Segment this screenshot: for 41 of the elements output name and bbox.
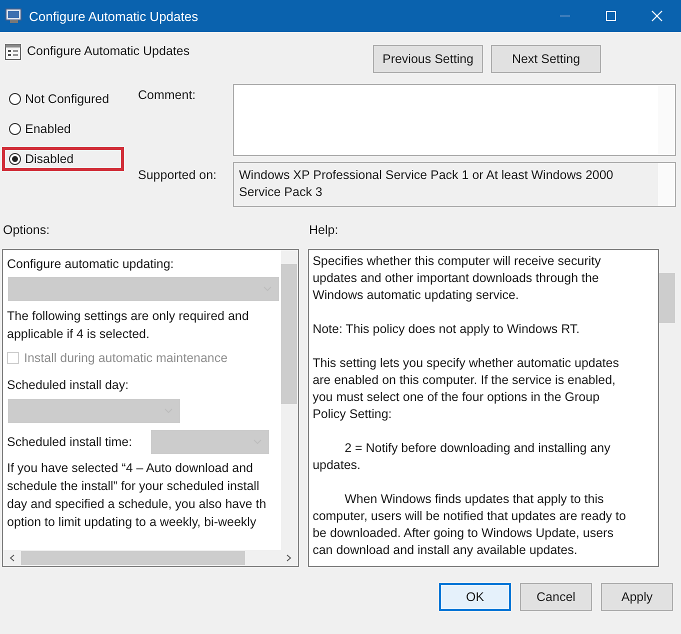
radio-label: Disabled	[25, 152, 74, 166]
setting-button[interactable]: Next Setting	[491, 45, 601, 73]
option-label: Configure automatic updating:	[7, 256, 175, 273]
dialog-button[interactable]: OK	[439, 583, 511, 611]
scrollbar[interactable]	[658, 85, 675, 155]
radio-button[interactable]	[9, 123, 21, 135]
policy-icon	[5, 44, 21, 60]
scrollbar[interactable]	[3, 550, 298, 566]
help-paragraph: When Windows finds updates that apply to this computer, users will be notified that updates are ready to be downloaded. After going to Windows Update, users can download and install any available updates.	[312, 491, 627, 559]
option-label: Scheduled install time:	[7, 434, 132, 451]
help-paragraph: Note: This policy does not apply to Windows RT.	[312, 321, 581, 338]
dialog-button[interactable]: Apply	[601, 583, 673, 611]
radio-button[interactable]	[9, 153, 21, 165]
radio-option[interactable]: Enabled	[2, 117, 124, 141]
option-label: Scheduled install day:	[7, 377, 130, 394]
scrollbar[interactable]	[658, 163, 675, 206]
window-title: Configure Automatic Updates	[29, 8, 198, 24]
help-paragraph: 2 = Notify before downloading and installing any updates.	[312, 440, 612, 474]
close-icon	[651, 10, 663, 22]
comment-field[interactable]	[233, 84, 676, 156]
checkbox-label: Install during automatic maintenance	[24, 351, 228, 365]
radio-label: Not Configured	[25, 92, 110, 106]
help-paragraph: Specifies whether this computer will receive security updates and other important downloads through the Windows automatic updating service.	[312, 253, 602, 304]
dialog-button[interactable]: Cancel	[520, 583, 592, 611]
option-description: The following settings are only required and applicable if 4 is selected.	[7, 308, 250, 343]
help-paragraph: This setting lets you specify whether automatic updates are enabled on this computer. If the service is enabled, you must select one of the four options in the Group Policy Setting:	[312, 355, 620, 423]
supported-on-text: Windows XP Professional Service Pack 1 or At least Windows 2000 Service Pack 3	[238, 167, 614, 201]
options-label: Options:	[2, 223, 51, 239]
radio-button[interactable]	[9, 93, 21, 105]
scrollbar[interactable]	[280, 250, 298, 550]
radio-label: Enabled	[25, 122, 71, 136]
setting-button[interactable]: Previous Setting	[373, 45, 483, 73]
maximize-icon	[605, 10, 617, 22]
help-label: Help:	[309, 223, 338, 239]
comment-label: Comment:	[138, 87, 197, 104]
policy-title: Configure Automatic Updates	[27, 44, 190, 58]
supported-label: Supported on:	[138, 167, 218, 184]
option-description: If you have selected “4 – Auto download and schedule the install” for your scheduled install day and specified a schedule, you also have th option to limit updating to a weekly, bi-weekly	[7, 460, 268, 531]
app-icon	[5, 8, 23, 24]
radio-option[interactable]: Disabled	[2, 147, 124, 171]
radio-option[interactable]: Not Configured	[2, 87, 124, 111]
